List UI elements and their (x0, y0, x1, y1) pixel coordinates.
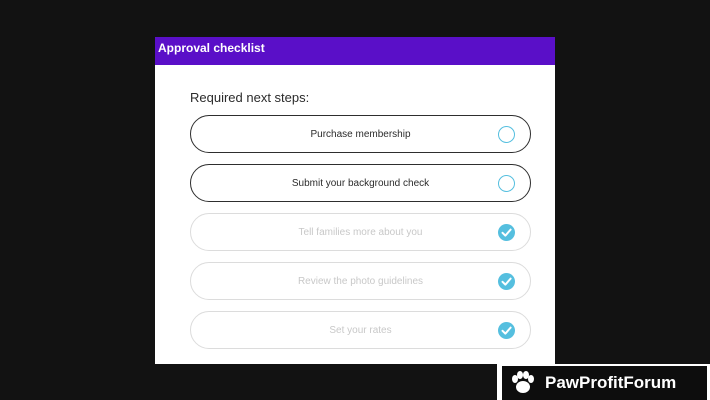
paw-icon (507, 368, 537, 398)
step-purchase-membership[interactable]: Purchase membership (190, 115, 531, 153)
step-label: Review the photo guidelines (297, 275, 424, 287)
check-circle-icon (498, 224, 515, 241)
watermark-banner: PawProfitForum (497, 364, 710, 400)
approval-checklist-panel: Approval checklist Required next steps: … (155, 37, 555, 364)
empty-circle-icon (498, 175, 515, 192)
empty-circle-icon (498, 126, 515, 143)
step-label: Purchase membership (310, 128, 411, 140)
check-circle-icon (498, 322, 515, 339)
step-label: Submit your background check (291, 177, 430, 189)
step-set-rates[interactable]: Set your rates (190, 311, 531, 349)
watermark-text: PawProfitForum (545, 373, 677, 392)
check-circle-icon (498, 273, 515, 290)
step-background-check[interactable]: Submit your background check (190, 164, 531, 202)
step-label: Set your rates (329, 324, 392, 336)
panel-title: Approval checklist (155, 37, 555, 65)
step-label: Tell families more about you (298, 226, 423, 238)
required-steps-heading: Required next steps: (190, 90, 310, 105)
step-tell-families[interactable]: Tell families more about you (190, 213, 531, 251)
watermark-inner: PawProfitForum (502, 366, 707, 400)
step-photo-guidelines[interactable]: Review the photo guidelines (190, 262, 531, 300)
